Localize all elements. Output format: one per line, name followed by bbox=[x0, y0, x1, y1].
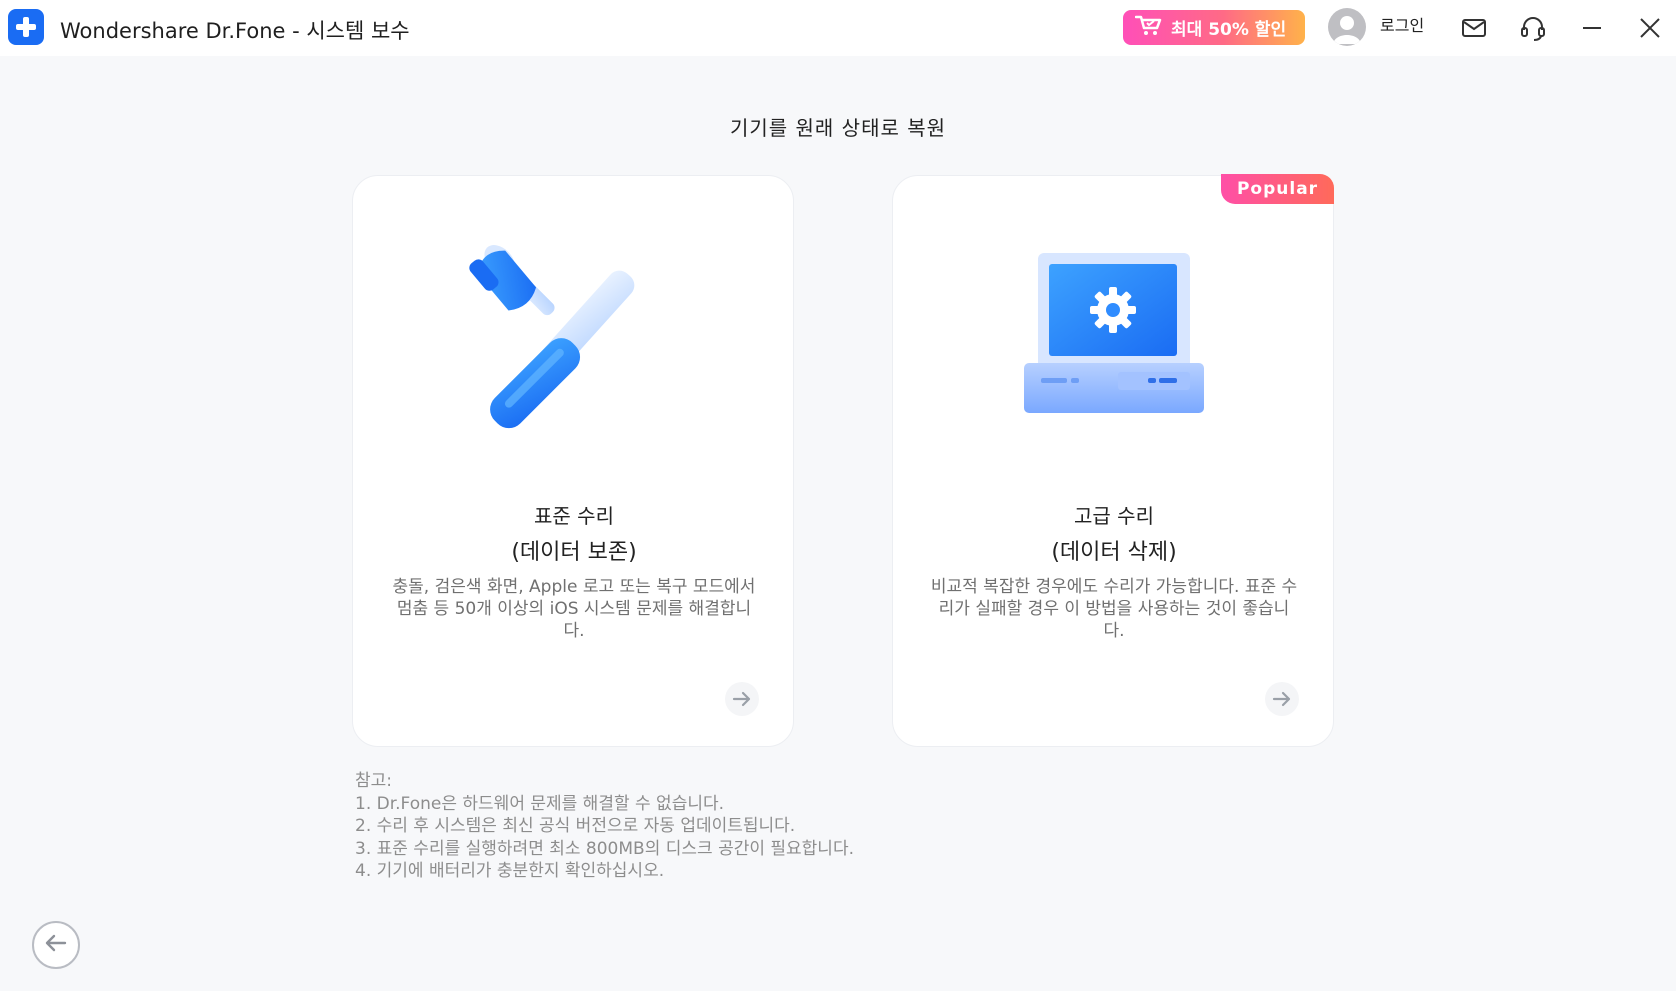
arrow-right-icon[interactable] bbox=[1265, 682, 1299, 716]
close-icon[interactable] bbox=[1636, 14, 1664, 42]
promo-button[interactable]: 최대 50% 할인 bbox=[1123, 10, 1305, 45]
window-title: Wondershare Dr.Fone - 시스템 보수 bbox=[60, 19, 410, 43]
back-button[interactable] bbox=[32, 921, 80, 969]
note-item: 1. Dr.Fone은 하드웨어 문제를 해결할 수 없습니다. bbox=[355, 793, 725, 814]
headset-icon[interactable] bbox=[1519, 14, 1547, 42]
card-description: 충돌, 검은색 화면, Apple 로고 또는 복구 모드에서 멈춤 등 50개… bbox=[392, 577, 756, 641]
login-link[interactable]: 로그인 bbox=[1380, 12, 1424, 36]
card-title: 표준 수리 bbox=[534, 504, 614, 528]
standard-repair-card[interactable]: 표준 수리 (데이터 보존) 충돌, 검은색 화면, Apple 로고 또는 복… bbox=[352, 175, 794, 747]
popular-badge: Popular bbox=[1221, 174, 1334, 204]
tools-icon bbox=[353, 236, 795, 436]
app-logo-icon bbox=[8, 9, 44, 45]
mail-icon[interactable] bbox=[1460, 14, 1488, 42]
cart-icon bbox=[1134, 14, 1163, 41]
card-subtitle: (데이터 보존) bbox=[511, 540, 637, 565]
notes-heading: 참고: bbox=[355, 771, 393, 791]
notes-section: 참고: 1. Dr.Fone은 하드웨어 문제를 해결할 수 없습니다. 2. … bbox=[355, 770, 854, 883]
card-title: 고급 수리 bbox=[1074, 504, 1154, 528]
promo-label: 최대 50% 할인 bbox=[1171, 20, 1287, 40]
note-item: 4. 기기에 배터리가 충분한지 확인하십시오. bbox=[355, 861, 665, 881]
note-item: 2. 수리 후 시스템은 최신 공식 버전으로 자동 업데이트됩니다. bbox=[355, 816, 796, 836]
avatar-icon[interactable] bbox=[1328, 8, 1366, 46]
note-item: 3. 표준 수리를 실행하려면 최소 800MB의 디스크 공간이 필요합니다. bbox=[355, 838, 854, 859]
arrow-left-icon bbox=[43, 930, 69, 960]
advanced-repair-card[interactable]: Popular 고급 수리 (데이터 삭제) 비교적 복잡한 경우에도 수리가 … bbox=[892, 174, 1335, 747]
arrow-right-icon[interactable] bbox=[725, 682, 759, 716]
minimize-icon[interactable] bbox=[1578, 14, 1606, 42]
page-heading: 기기를 원래 상태로 복원 bbox=[729, 116, 947, 140]
computer-gear-icon bbox=[893, 236, 1335, 436]
title-bar: Wondershare Dr.Fone - 시스템 보수 최대 50% 할인 로… bbox=[0, 0, 1676, 56]
card-description: 비교적 복잡한 경우에도 수리가 가능합니다. 표준 수리가 실패할 경우 이 … bbox=[930, 577, 1298, 641]
card-subtitle: (데이터 삭제) bbox=[1051, 540, 1177, 565]
